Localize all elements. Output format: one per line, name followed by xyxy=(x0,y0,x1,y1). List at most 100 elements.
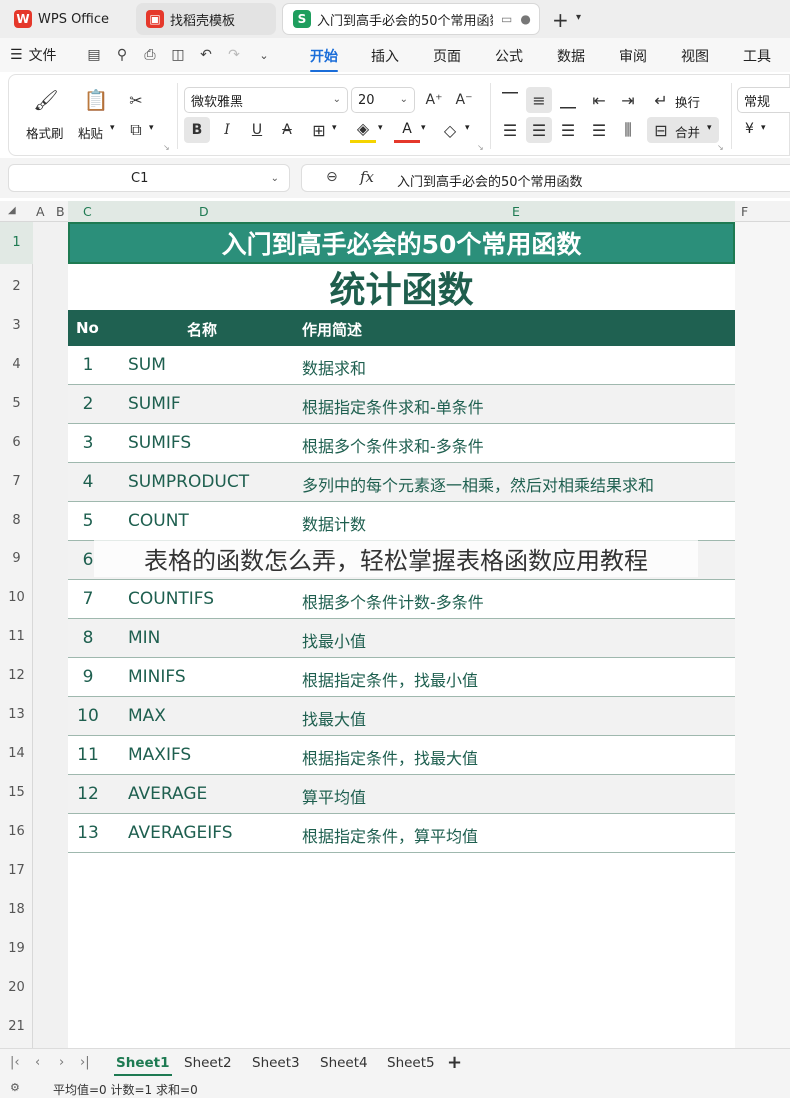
column-header-d[interactable]: D xyxy=(199,204,209,219)
wrap-text-icon[interactable]: ↵ xyxy=(649,87,673,113)
column-header-b[interactable]: B xyxy=(56,204,65,219)
header-name[interactable]: 名称 xyxy=(187,319,217,340)
print-icon[interactable]: ⎙ xyxy=(140,45,160,65)
row-header-6[interactable]: 6 xyxy=(0,435,33,450)
align-center-icon[interactable]: ☰ xyxy=(526,117,552,143)
row-header-10[interactable]: 10 xyxy=(0,590,33,605)
macro-record-icon[interactable]: ⚙ xyxy=(10,1081,20,1094)
row-header-17[interactable]: 17 xyxy=(0,863,33,878)
currency-chevron-icon[interactable]: ▾ xyxy=(761,123,766,133)
column-header-e[interactable]: E xyxy=(512,204,520,219)
next-sheet-icon[interactable]: › xyxy=(59,1055,64,1070)
undo-icon[interactable]: ↶ xyxy=(196,45,216,65)
table-row[interactable]: 11 MAXIFS 根据指定条件，找最大值 xyxy=(68,736,735,775)
font-color-chevron-icon[interactable]: ▾ xyxy=(421,123,426,133)
share-icon[interactable]: ⚲ xyxy=(112,45,132,65)
new-tab-plus-icon[interactable]: + xyxy=(552,8,569,32)
font-name-dropdown[interactable]: 微软雅黑 ⌄ xyxy=(184,87,348,113)
row-header-7[interactable]: 7 xyxy=(0,474,33,489)
fill-chevron-icon[interactable]: ▾ xyxy=(378,123,383,133)
chevron-down-icon[interactable]: ⌄ xyxy=(271,173,279,184)
table-row[interactable]: 5 COUNT 数据计数 xyxy=(68,502,735,541)
paste-label[interactable]: 粘贴 xyxy=(78,123,103,142)
monitor-icon[interactable]: ▭ xyxy=(501,12,512,26)
save-icon[interactable]: ▤ xyxy=(84,45,104,65)
borders-icon[interactable]: ⊞ xyxy=(306,117,332,143)
increase-indent-icon[interactable]: ⇥ xyxy=(615,87,641,113)
clear-chevron-icon[interactable]: ▾ xyxy=(465,123,470,133)
row-header-2[interactable]: 2 xyxy=(0,279,33,294)
row-header-16[interactable]: 16 xyxy=(0,824,33,839)
tab-docer-templates[interactable]: ▣ 找稻壳模板 xyxy=(136,3,276,35)
row-header-19[interactable]: 19 xyxy=(0,941,33,956)
row-header-21[interactable]: 21 xyxy=(0,1019,33,1034)
row-header-15[interactable]: 15 xyxy=(0,785,33,800)
row-header-3[interactable]: 3 xyxy=(0,318,33,333)
distributed-icon[interactable]: ⫼ xyxy=(615,117,641,143)
alignment-launcher-icon[interactable]: ↘ xyxy=(717,143,724,152)
align-right-icon[interactable]: ☰ xyxy=(555,117,581,143)
sheet-tab-3[interactable]: Sheet3 xyxy=(252,1055,300,1071)
currency-icon[interactable]: ¥ xyxy=(745,121,754,137)
row-header-18[interactable]: 18 xyxy=(0,902,33,917)
copy-chevron-icon[interactable]: ▾ xyxy=(149,123,154,133)
row-header-13[interactable]: 13 xyxy=(0,707,33,722)
format-painter-label[interactable]: 格式刷 xyxy=(26,123,64,142)
prev-sheet-icon[interactable]: ‹ xyxy=(35,1055,40,1070)
tab-data[interactable]: 数据 xyxy=(557,46,585,66)
font-launcher-icon[interactable]: ↘ xyxy=(477,143,484,152)
table-row[interactable]: 13 AVERAGEIFS 根据指定条件，算平均值 xyxy=(68,814,735,853)
header-no[interactable]: No xyxy=(76,319,99,337)
clear-format-icon[interactable]: ◇ xyxy=(437,117,463,143)
tab-review[interactable]: 审阅 xyxy=(619,46,647,66)
bold-icon[interactable]: B xyxy=(184,117,210,143)
underline-icon[interactable]: U xyxy=(244,117,270,143)
add-sheet-icon[interactable]: + xyxy=(447,1052,462,1073)
copy-icon[interactable]: ⧉ xyxy=(123,119,149,141)
decrease-font-icon[interactable]: A⁻ xyxy=(453,89,475,111)
column-header-f[interactable]: F xyxy=(741,204,748,219)
tab-document[interactable]: S 入门到高手必会的50个常用函数 ▭ ● xyxy=(282,3,540,35)
align-left-icon[interactable]: ☰ xyxy=(497,117,523,143)
row-header-1[interactable]: 1 xyxy=(0,222,33,264)
redo-icon[interactable]: ↷ xyxy=(224,45,244,65)
merge-button[interactable]: ⊟ 合并 ▾ xyxy=(647,117,719,143)
fill-color-icon[interactable]: ◈ xyxy=(350,117,376,143)
align-middle-icon[interactable]: ≡ xyxy=(526,87,552,113)
file-menu-button[interactable]: ☰ 文件 xyxy=(10,44,57,66)
align-top-icon[interactable]: ⎺ xyxy=(497,87,523,113)
last-sheet-icon[interactable]: ›| xyxy=(80,1055,90,1070)
zoom-formula-icon[interactable]: ⊖ xyxy=(326,169,338,185)
strikethrough-icon[interactable]: A xyxy=(274,117,300,143)
table-row[interactable]: 2 SUMIF 根据指定条件求和-单条件 xyxy=(68,385,735,424)
font-color-icon[interactable]: A xyxy=(394,117,420,143)
title-cell-c1[interactable]: 入门到高手必会的50个常用函数 xyxy=(68,222,735,264)
tab-page[interactable]: 页面 xyxy=(433,46,461,66)
sheet-tab-2[interactable]: Sheet2 xyxy=(184,1055,232,1071)
table-row[interactable]: 1 SUM 数据求和 xyxy=(68,346,735,385)
column-header-a[interactable]: A xyxy=(36,204,45,219)
sheet-tab-4[interactable]: Sheet4 xyxy=(320,1055,368,1071)
table-row[interactable]: 8 MIN 找最小值 xyxy=(68,619,735,658)
paste-icon[interactable]: 📋 xyxy=(81,85,111,115)
column-header-c[interactable]: C xyxy=(83,204,92,219)
tab-home[interactable]: 开始 xyxy=(310,46,338,72)
number-format-dropdown[interactable]: 常规 xyxy=(737,87,790,113)
sheet-tab-5[interactable]: Sheet5 xyxy=(387,1055,435,1071)
insert-function-icon[interactable]: fx xyxy=(360,168,374,186)
row-header-11[interactable]: 11 xyxy=(0,629,33,644)
table-row[interactable]: 10 MAX 找最大值 xyxy=(68,697,735,736)
header-desc[interactable]: 作用简述 xyxy=(302,319,362,340)
table-row[interactable]: 3 SUMIFS 根据多个条件求和-多条件 xyxy=(68,424,735,463)
wrap-text-label[interactable]: 换行 xyxy=(675,92,700,111)
tab-tools[interactable]: 工具 xyxy=(743,46,771,66)
row-header-20[interactable]: 20 xyxy=(0,980,33,995)
table-row[interactable]: 9 MINIFS 根据指定条件，找最小值 xyxy=(68,658,735,697)
clipboard-launcher-icon[interactable]: ↘ xyxy=(163,143,170,152)
first-sheet-icon[interactable]: |‹ xyxy=(10,1055,20,1070)
row-header-4[interactable]: 4 xyxy=(0,357,33,372)
table-row[interactable]: 7 COUNTIFS 根据多个条件计数-多条件 xyxy=(68,580,735,619)
row-header-9[interactable]: 9 xyxy=(0,551,33,566)
font-size-dropdown[interactable]: 20 ⌄ xyxy=(351,87,415,113)
name-box[interactable]: C1 ⌄ xyxy=(8,164,290,192)
